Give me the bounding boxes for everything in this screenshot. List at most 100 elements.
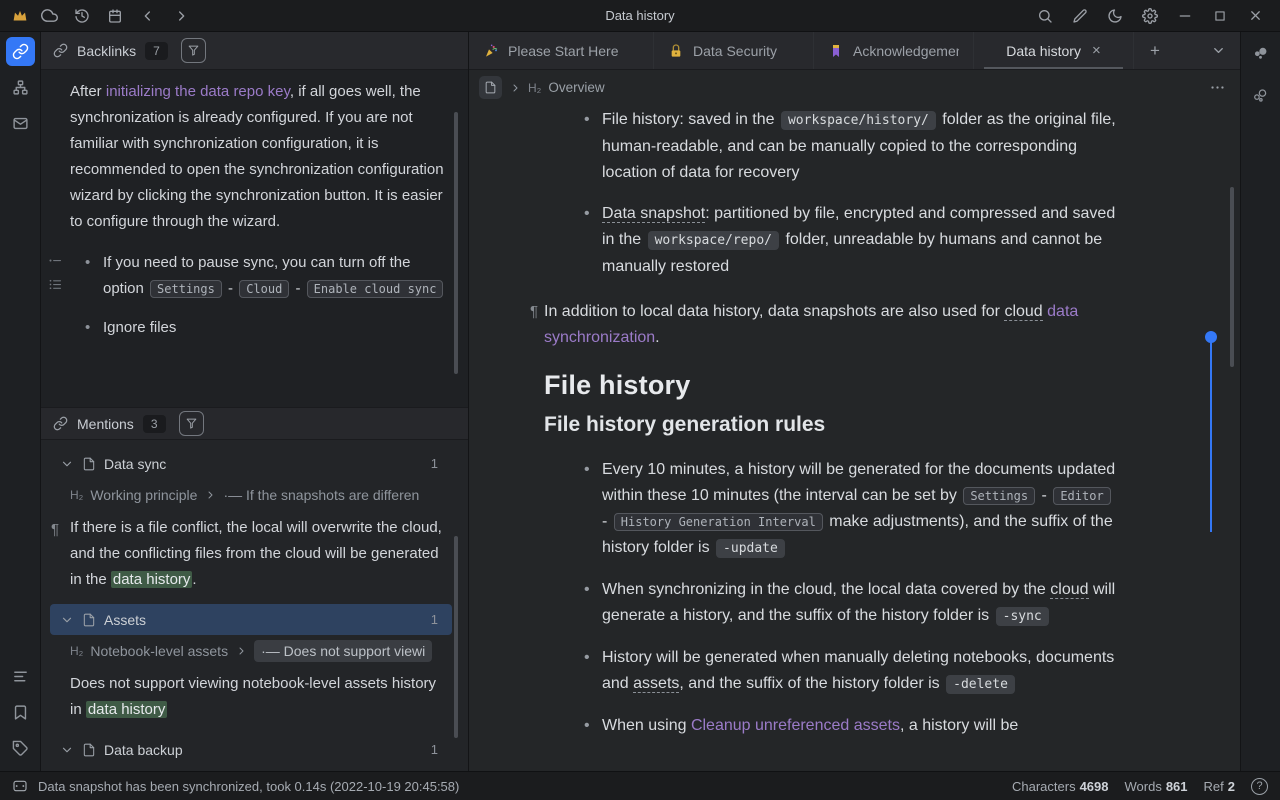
mention-count: 1 (431, 742, 438, 757)
global-search-icon[interactable] (1032, 4, 1058, 28)
chevron-right-icon (204, 489, 216, 501)
cloud-sync-icon[interactable] (36, 4, 62, 28)
chevron-down-icon[interactable] (60, 613, 74, 627)
app-logo-crown-icon (11, 7, 29, 25)
mention-count: 1 (431, 612, 438, 627)
mention-path-row[interactable]: H₂ Notebook-level assets ·— Does not sup… (41, 637, 468, 665)
dock-tag-button[interactable] (6, 734, 35, 763)
party-popper-icon (483, 43, 499, 59)
backlink-block-list-item[interactable]: If you need to pause sync, you can turn … (41, 250, 468, 302)
doc-heading-file-history[interactable]: File history (544, 372, 1120, 398)
doc-bullet-every-10-minutes[interactable]: Every 10 minutes, a history will be gene… (602, 457, 1120, 562)
titlebar: Data history (0, 0, 1280, 32)
status-bar: Data snapshot has been synchronized, too… (0, 771, 1280, 800)
settings-gear-icon[interactable] (1137, 4, 1163, 28)
chevron-down-icon[interactable] (60, 457, 74, 471)
doc-bullet-file-history[interactable]: File history: saved in the workspace/his… (602, 107, 1120, 186)
ref-count: Ref2 (1204, 779, 1235, 794)
list-gutter-icon[interactable] (48, 277, 63, 292)
right-dock (1240, 32, 1280, 771)
dock-bookmark-button[interactable] (6, 698, 35, 727)
dock-outline-button[interactable] (6, 662, 35, 691)
backlinks-list[interactable]: After initializing the data repo key, if… (41, 70, 468, 407)
dock-graph-button[interactable] (1246, 40, 1275, 69)
task-status-icon (12, 778, 28, 794)
mentions-header: Mentions 3 (41, 407, 468, 440)
dock-backlinks-button[interactable] (6, 37, 35, 66)
breadcrumb: H₂ Overview (469, 70, 1240, 105)
mentions-list: Data sync 1 H₂ Working principle ·— If t… (41, 440, 468, 771)
document-icon (82, 457, 96, 471)
backlinks-panel: Backlinks 7 After initializing the data … (41, 32, 469, 771)
backlinks-header: Backlinks 7 (41, 32, 468, 70)
editor-area: Please Start Here Data Security Acknowle… (469, 32, 1240, 771)
mentions-count-badge: 3 (143, 415, 166, 433)
bookmark-ribbon-icon (828, 43, 844, 59)
mention-doc-row-data-sync[interactable]: Data sync 1 (50, 448, 452, 479)
tab-data-security[interactable]: Data Security (654, 32, 814, 69)
backlink-block-list-item[interactable]: Ignore files (41, 315, 468, 341)
backlinks-count-badge: 7 (145, 42, 168, 60)
paragraph-mark-icon: ¶ (51, 517, 59, 543)
mentions-link-icon (53, 416, 68, 431)
characters-count: Characters4698 (1012, 779, 1109, 794)
backlinks-filter-button[interactable] (181, 38, 206, 63)
backlinks-title: Backlinks (77, 43, 136, 59)
chevron-right-icon (509, 82, 521, 94)
tab-data-history[interactable]: Data history × (974, 32, 1134, 69)
chevron-down-icon[interactable] (60, 743, 74, 757)
dock-inbox-button[interactable] (6, 109, 35, 138)
tab-list-dropdown-icon[interactable] (1196, 32, 1240, 69)
paragraph-mark-icon: ¶ (530, 299, 538, 325)
doc-paragraph-local-history[interactable]: ¶ In addition to local data history, dat… (544, 299, 1120, 351)
tab-please-start-here[interactable]: Please Start Here (469, 32, 654, 69)
breadcrumb-document-icon[interactable] (479, 76, 502, 99)
sync-focus-indicator (1210, 336, 1212, 532)
left-dock (0, 32, 41, 771)
theme-moon-icon[interactable] (1102, 4, 1128, 28)
mention-path-row[interactable]: H₂ Working principle ·— If the snapshots… (41, 481, 468, 509)
doc-bullet-data-snapshot[interactable]: Data snapshot: partitioned by file, encr… (602, 201, 1120, 280)
editor-scrollbar[interactable] (1230, 187, 1234, 367)
navigate-back-icon[interactable] (135, 4, 161, 28)
doc-bullet-sync-history[interactable]: When synchronizing in the cloud, the loc… (602, 577, 1120, 630)
document-icon (82, 613, 96, 627)
daily-note-calendar-icon[interactable] (102, 4, 128, 28)
dock-graph-tree-button[interactable] (6, 73, 35, 102)
data-history-icon[interactable] (69, 4, 95, 28)
chevron-right-icon (235, 645, 247, 657)
mentions-title: Mentions (77, 416, 134, 432)
document-content[interactable]: File history: saved in the workspace/his… (469, 105, 1240, 771)
window-minimize-button[interactable] (1172, 4, 1198, 28)
mention-block-paragraph[interactable]: Does not support viewing notebook-level … (41, 665, 468, 731)
help-icon[interactable]: ? (1251, 778, 1268, 795)
mentions-filter-button[interactable] (179, 411, 204, 436)
doc-bullet-cleanup-assets[interactable]: When using Cleanup unreferenced assets, … (602, 713, 1120, 739)
backlink-block-paragraph[interactable]: After initializing the data repo key, if… (41, 79, 468, 235)
mentions-scrollbar[interactable] (454, 536, 458, 738)
doc-bullet-delete-history[interactable]: History will be generated when manually … (602, 645, 1120, 698)
tab-bar: Please Start Here Data Security Acknowle… (469, 32, 1240, 70)
lock-icon (668, 43, 684, 59)
mention-count: 1 (431, 456, 438, 471)
document-more-icon[interactable] (1209, 79, 1226, 96)
words-count: Words861 (1125, 779, 1188, 794)
backlinks-scrollbar[interactable] (454, 112, 458, 374)
breadcrumb-heading[interactable]: Overview (548, 80, 604, 95)
tab-acknowledgements[interactable]: Acknowledgements (814, 32, 974, 69)
new-tab-button[interactable]: + (1134, 32, 1176, 69)
window-close-button[interactable] (1242, 4, 1268, 28)
doc-heading-generation-rules[interactable]: File history generation rules (544, 412, 1120, 438)
tab-close-icon[interactable]: × (1092, 42, 1101, 59)
backlinks-link-icon (53, 43, 68, 58)
status-message: Data snapshot has been synchronized, too… (38, 779, 459, 794)
document-icon (82, 743, 96, 757)
window-maximize-button[interactable] (1207, 4, 1233, 28)
list-item-gutter-icon[interactable] (48, 253, 63, 268)
mention-doc-row-data-backup[interactable]: Data backup 1 (50, 734, 452, 765)
mention-block-paragraph[interactable]: ¶ If there is a file conflict, the local… (41, 509, 468, 601)
mention-doc-row-assets[interactable]: Assets 1 (50, 604, 452, 635)
edit-mode-icon[interactable] (1067, 4, 1093, 28)
dock-global-graph-button[interactable] (1246, 81, 1275, 110)
navigate-forward-icon[interactable] (168, 4, 194, 28)
